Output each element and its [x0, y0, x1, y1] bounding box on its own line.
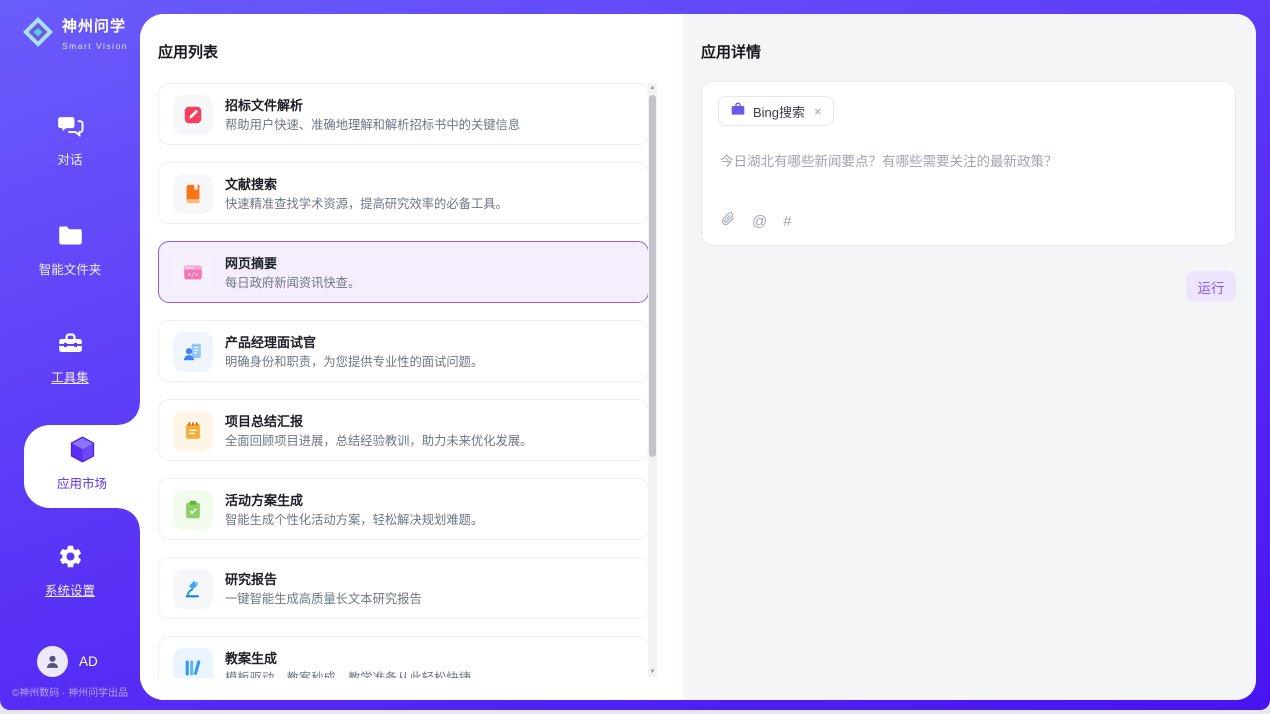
- scroll-up-icon[interactable]: ▲: [648, 85, 657, 91]
- app-desc: 明确身份和职责，为您提供专业性的面试问题。: [225, 352, 483, 370]
- copyright-text: ©神州数码 · 神州问学出品: [0, 684, 140, 699]
- chat-icon: [57, 112, 84, 140]
- briefcase-icon: [730, 101, 746, 122]
- sidebar-item-label: 对话: [0, 149, 140, 168]
- edit-document-icon: [173, 95, 213, 135]
- notepad-icon: [173, 411, 213, 451]
- interviewer-icon: [173, 332, 213, 372]
- diamond-logo-icon: [21, 15, 55, 54]
- sidebar-item-chat[interactable]: 对话: [0, 112, 140, 168]
- scroll-down-icon[interactable]: ▼: [648, 669, 657, 675]
- close-icon[interactable]: ×: [814, 104, 822, 119]
- app-name: 活动方案生成: [225, 490, 303, 509]
- list-scrollbar[interactable]: ▲ ▼: [648, 83, 657, 677]
- app-desc: 模板驱动，教案秒成，教学准备从此轻松快捷: [225, 668, 471, 678]
- run-button[interactable]: 运行: [1186, 271, 1236, 302]
- folder-icon: [57, 222, 84, 250]
- books-icon: [173, 648, 213, 678]
- app-list-panel: 应用列表 招标文件解析 帮助用户快速、准确地理解和解析招标书中的关键信息: [140, 14, 683, 700]
- app-name: 产品经理面试官: [225, 332, 316, 351]
- app-card-project-summary[interactable]: 项目总结汇报 全面回顾项目进展，总结经验教训，助力未来优化发展。: [158, 399, 649, 461]
- content-area: 应用列表 招标文件解析 帮助用户快速、准确地理解和解析招标书中的关键信息: [140, 14, 1256, 700]
- app-detail-panel: 应用详情 Bing搜索 × 今日湖北有哪些新闻要点？有哪些需要关注的最新政策？: [683, 14, 1256, 700]
- app-name: 网页摘要: [225, 253, 277, 272]
- sidebar-item-app-market[interactable]: 应用市场: [24, 425, 140, 508]
- app-name: 文献搜索: [225, 174, 277, 193]
- tool-chip-label: Bing搜索: [753, 102, 805, 121]
- clipboard-check-icon: [173, 490, 213, 530]
- sidebar-item-label: 工具集: [0, 367, 140, 386]
- microscope-icon: [173, 569, 213, 609]
- app-card-pm-interviewer[interactable]: 产品经理面试官 明确身份和职责，为您提供专业性的面试问题。: [158, 320, 649, 382]
- composer-card[interactable]: Bing搜索 × 今日湖北有哪些新闻要点？有哪些需要关注的最新政策？ @ #: [701, 81, 1236, 246]
- sidebar-item-label: 应用市场: [24, 473, 140, 492]
- cube-icon: [67, 452, 98, 469]
- sidebar-item-toolbox[interactable]: 工具集: [0, 330, 140, 386]
- user-label: AD: [79, 654, 98, 669]
- app-card-web-summary[interactable]: </> 网页摘要 每日政府新闻资讯快查。: [158, 241, 649, 303]
- gear-icon: [57, 543, 84, 571]
- app-name: 研究报告: [225, 569, 277, 588]
- app-desc: 帮助用户快速、准确地理解和解析招标书中的关键信息: [225, 115, 520, 133]
- app-desc: 智能生成个性化活动方案，轻松解决规划难题。: [225, 510, 483, 528]
- app-desc: 一键智能生成高质量长文本研究报告: [225, 589, 422, 607]
- hashtag-icon[interactable]: #: [783, 213, 791, 230]
- app-card-lesson-plan[interactable]: 教案生成 模板驱动，教案秒成，教学准备从此轻松快捷: [158, 636, 649, 678]
- user-avatar-icon: [37, 646, 68, 677]
- composer-toolbar: @ #: [720, 210, 792, 232]
- app-detail-title: 应用详情: [701, 41, 761, 62]
- app-name: 招标文件解析: [225, 95, 303, 114]
- query-input[interactable]: 今日湖北有哪些新闻要点？有哪些需要关注的最新政策？: [720, 150, 1219, 170]
- tool-chip-bing-search[interactable]: Bing搜索 ×: [718, 96, 834, 126]
- scrollbar-thumb[interactable]: [649, 95, 656, 457]
- app-desc: 快速精准查找学术资源，提高研究效率的必备工具。: [225, 194, 508, 212]
- app-card-tender-analysis[interactable]: 招标文件解析 帮助用户快速、准确地理解和解析招标书中的关键信息: [158, 83, 649, 145]
- book-icon: [173, 174, 213, 214]
- user-account[interactable]: AD: [37, 646, 98, 677]
- app-name: 项目总结汇报: [225, 411, 303, 430]
- sidebar-item-smart-folder[interactable]: 智能文件夹: [0, 222, 140, 278]
- app-desc: 每日政府新闻资讯快查。: [225, 273, 360, 291]
- toolbox-icon: [57, 330, 84, 358]
- app-window: 神州问学 Smart Vision 对话 智能文件夹: [0, 0, 1270, 710]
- app-desc: 全面回顾项目进展，总结经验教训，助力未来优化发展。: [225, 431, 532, 449]
- app-card-event-plan[interactable]: 活动方案生成 智能生成个性化活动方案，轻松解决规划难题。: [158, 478, 649, 540]
- sidebar-item-label: 智能文件夹: [0, 259, 140, 278]
- app-card-research-report[interactable]: 研究报告 一键智能生成高质量长文本研究报告: [158, 557, 649, 619]
- sidebar-item-settings[interactable]: 系统设置: [0, 543, 140, 599]
- paperclip-icon[interactable]: [720, 210, 736, 232]
- app-list: 招标文件解析 帮助用户快速、准确地理解和解析招标书中的关键信息 文献搜索 快速精…: [158, 83, 649, 678]
- app-name: 教案生成: [225, 648, 277, 667]
- brand-subtitle: Smart Vision: [62, 41, 128, 51]
- app-card-literature-search[interactable]: 文献搜索 快速精准查找学术资源，提高研究效率的必备工具。: [158, 162, 649, 224]
- brand-logo: 神州问学 Smart Vision: [21, 15, 140, 54]
- sidebar-item-label: 系统设置: [0, 580, 140, 599]
- mention-icon[interactable]: @: [752, 213, 767, 230]
- svg-text:</>: </>: [188, 272, 199, 279]
- browser-code-icon: </>: [173, 253, 213, 293]
- sidebar: 神州问学 Smart Vision 对话 智能文件夹: [0, 0, 140, 710]
- brand-name: 神州问学: [62, 18, 126, 35]
- app-list-title: 应用列表: [158, 41, 218, 62]
